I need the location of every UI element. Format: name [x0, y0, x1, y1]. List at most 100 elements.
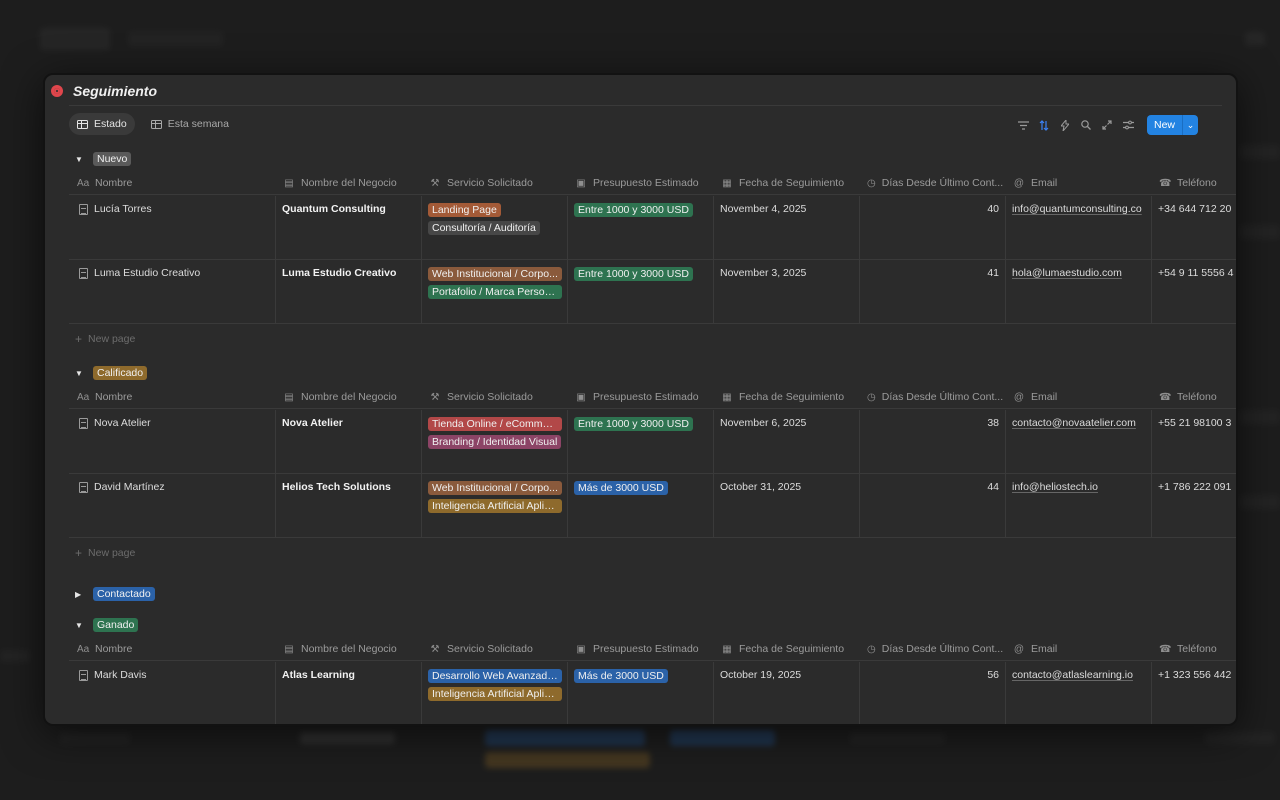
caret-right-icon[interactable]: ▶	[75, 590, 83, 599]
table-row[interactable]: David Martínez Helios Tech Solutions Web I…	[69, 474, 1236, 538]
cell-dias[interactable]: 38	[859, 410, 1005, 473]
cell-telefono[interactable]: +34 644 712 20	[1151, 196, 1236, 259]
column-header-telefono[interactable]: ☎ Teléfono	[1159, 171, 1236, 195]
column-header-email[interactable]: @ Email	[1013, 385, 1149, 409]
cell-presupuesto[interactable]: Entre 1000 y 3000 USD	[567, 410, 713, 473]
expand-icon[interactable]	[1101, 119, 1114, 132]
cell-presupuesto[interactable]: Entre 1000 y 3000 USD	[567, 196, 713, 259]
cell-telefono[interactable]: +55 21 98100 3	[1151, 410, 1236, 473]
cell-negocio[interactable]: Nova Atelier	[275, 410, 421, 473]
column-header-dias[interactable]: ◷ Días Desde Último Cont...	[867, 171, 1003, 195]
new-button[interactable]: New	[1146, 115, 1182, 135]
cell-telefono[interactable]: +54 9 11 5556 4	[1151, 260, 1236, 323]
sort-icon[interactable]	[1038, 119, 1051, 132]
cell-dias[interactable]: 56	[859, 662, 1005, 724]
cell-email[interactable]: info@heliostech.io	[1005, 474, 1151, 537]
cell-fecha[interactable]: October 31, 2025	[713, 474, 859, 537]
column-header-fecha[interactable]: ▦ Fecha de Seguimiento	[721, 385, 857, 409]
cell-email[interactable]: hola@lumaestudio.com	[1005, 260, 1151, 323]
cell-dias[interactable]: 41	[859, 260, 1005, 323]
column-header-dias[interactable]: ◷ Días Desde Último Cont...	[867, 385, 1003, 409]
email-link[interactable]: contacto@novaatelier.com	[1012, 417, 1136, 429]
column-header-dias[interactable]: ◷ Días Desde Último Cont...	[867, 637, 1003, 661]
group-header[interactable]: ▼ Calificado	[75, 365, 148, 381]
cell-servicio[interactable]: Web Institucional / Corpo... Inteligencia…	[421, 474, 567, 537]
column-header-presupuesto[interactable]: ▣ Presupuesto Estimado	[575, 171, 711, 195]
cell-nombre[interactable]: Lucía Torres	[69, 196, 275, 259]
column-header-fecha[interactable]: ▦ Fecha de Seguimiento	[721, 637, 857, 661]
table-row[interactable]: Mark Davis Atlas Learning Desarrollo Web A…	[69, 662, 1236, 724]
filter-icon[interactable]	[1017, 119, 1030, 132]
row-name: David Martínez	[94, 481, 165, 493]
column-header-email[interactable]: @ Email	[1013, 637, 1149, 661]
column-header-telefono[interactable]: ☎ Teléfono	[1159, 385, 1236, 409]
cell-nombre[interactable]: Nova Atelier	[69, 410, 275, 473]
settings-icon[interactable]	[1122, 119, 1135, 132]
caret-down-icon[interactable]: ▼	[75, 369, 83, 378]
cell-negocio[interactable]: Luma Estudio Creativo	[275, 260, 421, 323]
column-label: Nombre del Negocio	[301, 643, 397, 655]
cell-presupuesto[interactable]: Entre 1000 y 3000 USD	[567, 260, 713, 323]
chevron-down-icon[interactable]: ⌄	[1182, 115, 1198, 135]
table-row[interactable]: Lucía Torres Quantum Consulting Landing Pa…	[69, 196, 1236, 260]
group-header[interactable]: ▼ Ganado	[75, 617, 139, 633]
table-row[interactable]: Nova Atelier Nova Atelier Tienda Online / …	[69, 410, 1236, 474]
cell-fecha[interactable]: November 4, 2025	[713, 196, 859, 259]
cell-nombre[interactable]: David Martínez	[69, 474, 275, 537]
cell-servicio[interactable]: Desarrollo Web Avanzado... Inteligencia A…	[421, 662, 567, 724]
column-header-telefono[interactable]: ☎ Teléfono	[1159, 637, 1236, 661]
table-row[interactable]: Luma Estudio Creativo Luma Estudio Creati…	[69, 260, 1236, 324]
email-link[interactable]: info@heliostech.io	[1012, 481, 1098, 493]
search-icon[interactable]	[1080, 119, 1093, 132]
column-header-servicio[interactable]: ⚒ Servicio Solicitado	[429, 171, 565, 195]
cell-fecha[interactable]: November 6, 2025	[713, 410, 859, 473]
column-header-negocio[interactable]: ▤ Nombre del Negocio	[283, 171, 419, 195]
lightning-icon[interactable]	[1059, 119, 1072, 132]
column-header-fecha[interactable]: ▦ Fecha de Seguimiento	[721, 171, 857, 195]
cell-negocio[interactable]: Helios Tech Solutions	[275, 474, 421, 537]
cell-dias[interactable]: 40	[859, 196, 1005, 259]
cell-servicio[interactable]: Web Institucional / Corpo... Portafolio /…	[421, 260, 567, 323]
tab-estado[interactable]: Estado	[69, 113, 135, 135]
column-header-presupuesto[interactable]: ▣ Presupuesto Estimado	[575, 385, 711, 409]
cell-fecha[interactable]: November 3, 2025	[713, 260, 859, 323]
caret-down-icon[interactable]: ▼	[75, 621, 83, 630]
cell-fecha[interactable]: October 19, 2025	[713, 662, 859, 724]
cell-nombre[interactable]: Luma Estudio Creativo	[69, 260, 275, 323]
cell-telefono[interactable]: +1 786 222 091	[1151, 474, 1236, 537]
cell-servicio[interactable]: Tienda Online / eCommer... Branding / Ide…	[421, 410, 567, 473]
caret-down-icon[interactable]: ▼	[75, 155, 83, 164]
email-link[interactable]: hola@lumaestudio.com	[1012, 267, 1122, 279]
cell-dias[interactable]: 44	[859, 474, 1005, 537]
tab-esta-semana[interactable]: Esta semana	[143, 113, 237, 135]
column-header-nombre[interactable]: Aa Nombre	[77, 637, 273, 661]
column-label: Email	[1031, 391, 1058, 403]
column-header-servicio[interactable]: ⚒ Servicio Solicitado	[429, 385, 565, 409]
column-header-email[interactable]: @ Email	[1013, 171, 1149, 195]
group-header[interactable]: ▼ Nuevo	[75, 151, 132, 167]
table-header: Aa Nombre ▤ Nombre del Negocio ⚒ Servicio Sol…	[69, 637, 1236, 661]
cell-servicio[interactable]: Landing Page Consultoría / Auditoría	[421, 196, 567, 259]
new-page-button[interactable]: + New page	[75, 544, 135, 562]
cell-negocio[interactable]: Quantum Consulting	[275, 196, 421, 259]
email-link[interactable]: info@quantumconsulting.co	[1012, 203, 1142, 215]
cell-email[interactable]: contacto@atlaslearning.io	[1005, 662, 1151, 724]
cell-presupuesto[interactable]: Más de 3000 USD	[567, 662, 713, 724]
group-header[interactable]: ▶ Contactado	[75, 586, 155, 602]
cell-nombre[interactable]: Mark Davis	[69, 662, 275, 724]
email-link[interactable]: contacto@atlaslearning.io	[1012, 669, 1133, 681]
cell-telefono[interactable]: +1 323 556 442	[1151, 662, 1236, 724]
column-header-negocio[interactable]: ▤ Nombre del Negocio	[283, 385, 419, 409]
new-page-button[interactable]: + New page	[75, 330, 135, 348]
column-header-negocio[interactable]: ▤ Nombre del Negocio	[283, 637, 419, 661]
column-header-servicio[interactable]: ⚒ Servicio Solicitado	[429, 637, 565, 661]
column-header-nombre[interactable]: Aa Nombre	[77, 385, 273, 409]
column-header-presupuesto[interactable]: ▣ Presupuesto Estimado	[575, 637, 711, 661]
cell-negocio[interactable]: Atlas Learning	[275, 662, 421, 724]
column-label: Presupuesto Estimado	[593, 177, 699, 189]
cell-presupuesto[interactable]: Más de 3000 USD	[567, 474, 713, 537]
cell-email[interactable]: info@quantumconsulting.co	[1005, 196, 1151, 259]
cell-email[interactable]: contacto@novaatelier.com	[1005, 410, 1151, 473]
column-header-nombre[interactable]: Aa Nombre	[77, 171, 273, 195]
budget-tag: Más de 3000 USD	[574, 481, 668, 495]
